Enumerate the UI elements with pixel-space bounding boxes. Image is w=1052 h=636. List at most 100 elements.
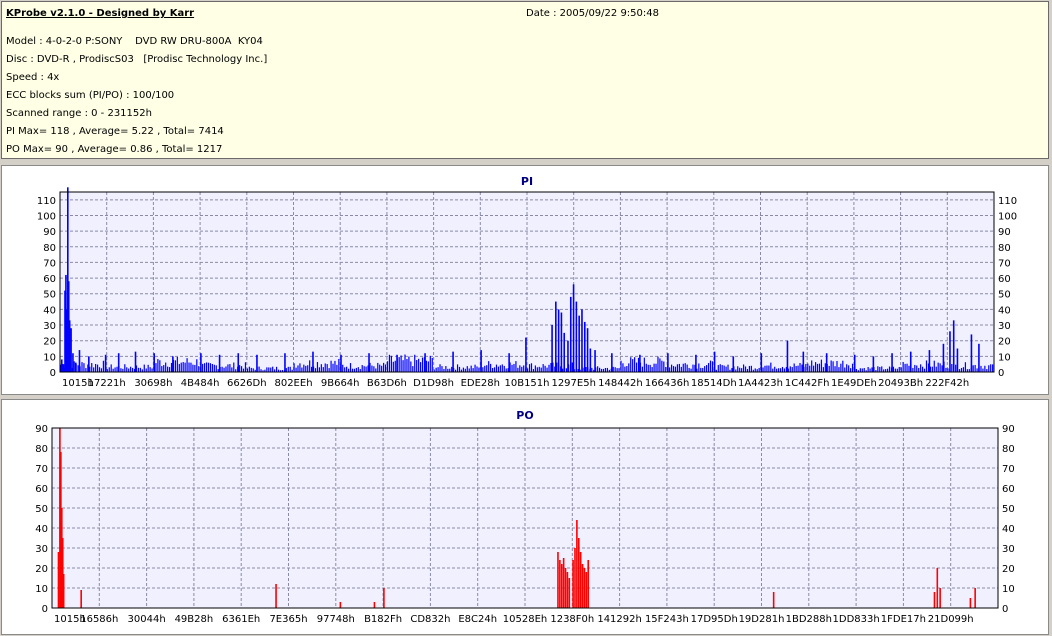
pi-bar bbox=[809, 365, 811, 372]
pi-bar bbox=[721, 365, 723, 372]
pi-bar bbox=[207, 362, 210, 372]
pi-bar bbox=[229, 364, 231, 372]
pi-bar bbox=[853, 354, 856, 372]
pi-bar bbox=[793, 363, 795, 372]
pi-bar bbox=[872, 356, 875, 372]
pi-bar bbox=[451, 366, 453, 372]
pi-bar bbox=[632, 359, 634, 372]
pi-bar bbox=[410, 361, 412, 372]
pi-bar bbox=[922, 366, 924, 372]
po-bar bbox=[383, 588, 385, 608]
pi-bar bbox=[828, 365, 830, 372]
pi-bar bbox=[400, 355, 402, 372]
po-ytick-left: 10 bbox=[35, 584, 48, 595]
pi-xtick: EDE28h bbox=[461, 378, 500, 389]
pi-bar bbox=[941, 365, 943, 372]
pi-xtick: 222F42h bbox=[925, 378, 969, 389]
po-ytick-left: 0 bbox=[42, 604, 48, 615]
pi-bar bbox=[501, 364, 503, 372]
pi-bar bbox=[83, 363, 85, 372]
pi-bar bbox=[692, 364, 694, 372]
pi-bar bbox=[945, 367, 947, 372]
pi-bar bbox=[503, 365, 505, 372]
pi-bar bbox=[612, 366, 614, 372]
pi-bar bbox=[383, 362, 385, 372]
po-xtick: 97748h bbox=[317, 614, 355, 625]
pi-bar bbox=[560, 312, 563, 372]
pi-bar bbox=[297, 365, 299, 372]
po-bar bbox=[80, 590, 82, 608]
pi-bar bbox=[920, 364, 922, 372]
pi-bar bbox=[295, 367, 297, 372]
pi-bar bbox=[900, 367, 902, 372]
pi-bar bbox=[912, 367, 914, 372]
pi-bar bbox=[497, 366, 500, 372]
pi-bar bbox=[384, 364, 387, 372]
pi-bar bbox=[419, 362, 422, 372]
pi-xtick: 6626Dh bbox=[227, 378, 267, 389]
pi-xtick: 802EEh bbox=[274, 378, 312, 389]
pi-bar bbox=[246, 368, 248, 372]
pi-bar bbox=[909, 351, 912, 372]
pi-bar bbox=[412, 366, 414, 372]
pi-bar bbox=[960, 367, 963, 372]
pi-bar bbox=[120, 368, 122, 372]
po-xtick: 19D281h bbox=[739, 614, 785, 625]
po-bar bbox=[576, 520, 578, 608]
pi-bar bbox=[906, 363, 908, 372]
po-ytick-left: 30 bbox=[35, 544, 48, 555]
pi-bar bbox=[416, 360, 418, 372]
pi-bar bbox=[591, 367, 593, 372]
pi-bar bbox=[614, 367, 616, 372]
pi-bar bbox=[396, 354, 398, 372]
pi-bar bbox=[421, 357, 424, 372]
pi-bar bbox=[221, 366, 223, 372]
pi-bar bbox=[388, 354, 391, 372]
pi-bar bbox=[676, 364, 679, 372]
pi-bar bbox=[881, 366, 883, 372]
pi-chart-panel: PI 0 0 10 10 20 20 30 30 40 40 50 50 60 60 70 70 80 80 90 90… bbox=[1, 165, 1049, 395]
pi-bar bbox=[935, 366, 937, 372]
pi-bar bbox=[493, 367, 496, 372]
pi-bar bbox=[476, 366, 478, 372]
pi-bar bbox=[665, 367, 667, 372]
pi-bar bbox=[458, 366, 461, 372]
pi-ytick-right: 0 bbox=[998, 368, 1004, 379]
pi-bar bbox=[73, 361, 75, 372]
pi-bar bbox=[723, 365, 725, 372]
pi-xtick: 1A4423h bbox=[738, 378, 783, 389]
pi-bar bbox=[402, 360, 404, 372]
pi-title: PI bbox=[521, 175, 533, 188]
pi-bar bbox=[789, 366, 791, 372]
pi-bar bbox=[551, 325, 553, 372]
pi-chart: PI 0 0 10 10 20 20 30 30 40 40 50 50 60 60 70 70 80 80 90 90… bbox=[37, 175, 1017, 389]
pi-ytick-left: 30 bbox=[43, 321, 56, 332]
pi-bar bbox=[429, 355, 431, 372]
pi-bar bbox=[700, 367, 702, 372]
pi-xtick: 1C442Fh bbox=[785, 378, 830, 389]
po-xtick: 1DD833h bbox=[833, 614, 880, 625]
pi-bar bbox=[322, 367, 324, 372]
pi-bar bbox=[818, 363, 821, 372]
pi-ytick-left: 90 bbox=[43, 227, 56, 238]
pi-bar bbox=[764, 365, 766, 372]
pi-bar bbox=[72, 353, 74, 372]
pi-bar bbox=[289, 366, 291, 372]
po-ytick-left: 20 bbox=[35, 564, 48, 575]
pi-bar bbox=[933, 360, 935, 372]
po-bar bbox=[587, 560, 590, 608]
pi-bar bbox=[719, 364, 721, 372]
pi-bar bbox=[104, 354, 107, 372]
pi-bar bbox=[778, 368, 780, 372]
pi-bar bbox=[266, 367, 268, 372]
po-bar bbox=[566, 572, 569, 608]
pi-bar bbox=[744, 366, 747, 372]
pi-xtick: 30698h bbox=[134, 378, 172, 389]
pi-bar bbox=[904, 363, 906, 372]
pi-bar bbox=[871, 367, 873, 372]
po-bar bbox=[577, 538, 580, 608]
pi-bar bbox=[838, 367, 840, 372]
pi-bar bbox=[223, 367, 225, 372]
pi-bar bbox=[949, 331, 951, 372]
pi-bar bbox=[225, 366, 227, 372]
